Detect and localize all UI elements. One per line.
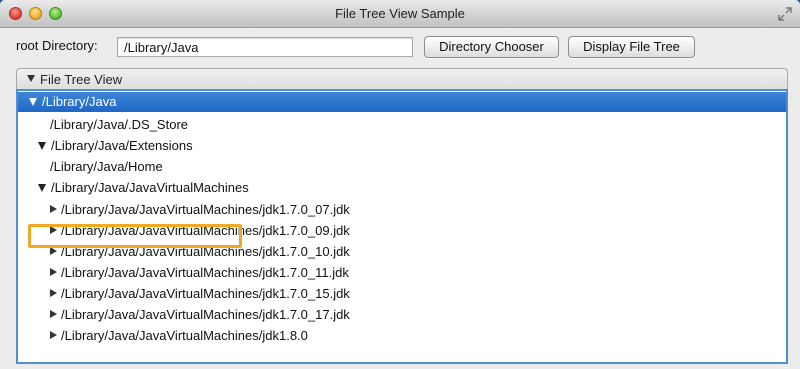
triangle-right-icon[interactable] — [50, 289, 57, 297]
triangle-right-icon[interactable] — [50, 331, 57, 339]
triangle-right-icon[interactable] — [50, 226, 57, 234]
root-directory-label: root Directory: — [16, 38, 98, 53]
root-directory-input[interactable] — [117, 37, 413, 57]
tree-row-label: /Library/Java — [42, 94, 117, 109]
tree-row[interactable]: /Library/Java/JavaVirtualMachines/jdk1.8… — [18, 326, 786, 346]
tree-row[interactable]: /Library/Java/Home — [18, 157, 786, 177]
file-tree-panel-header[interactable]: File Tree View — [16, 68, 788, 89]
tree-row[interactable]: /Library/Java/JavaVirtualMachines/jdk1.7… — [18, 284, 786, 304]
tree-row-label: /Library/Java/Extensions — [51, 138, 193, 153]
triangle-right-icon[interactable] — [50, 310, 57, 318]
triangle-down-icon[interactable] — [27, 75, 35, 82]
tree-row-label: /Library/Java/JavaVirtualMachines — [51, 180, 249, 195]
display-file-tree-button[interactable]: Display File Tree — [568, 36, 695, 58]
tree-row-label: /Library/Java/JavaVirtualMachines/jdk1.7… — [61, 307, 350, 322]
triangle-right-icon[interactable] — [50, 268, 57, 276]
tree-row[interactable]: /Library/Java/JavaVirtualMachines/jdk1.7… — [18, 242, 786, 262]
tree-row[interactable]: /Library/Java/Extensions — [18, 136, 786, 156]
tree-row-label: /Library/Java/JavaVirtualMachines/jdk1.7… — [61, 202, 350, 217]
tree-row[interactable]: /Library/Java/JavaVirtualMachines/jdk1.7… — [18, 200, 786, 220]
triangle-down-icon[interactable] — [38, 142, 46, 150]
window-title: File Tree View Sample — [335, 6, 465, 21]
file-tree[interactable]: /Library/Java /Library/Java/.DS_Store /L… — [16, 89, 788, 364]
triangle-down-icon[interactable] — [29, 98, 37, 106]
triangle-right-icon[interactable] — [50, 247, 57, 255]
tree-row[interactable]: /Library/Java/JavaVirtualMachines/jdk1.7… — [18, 221, 786, 241]
triangle-right-icon[interactable] — [50, 205, 57, 213]
app-window: File Tree View Sample root Directory: Di… — [0, 0, 800, 369]
tree-row-label: /Library/Java/Home — [50, 159, 163, 174]
tree-row[interactable]: /Library/Java — [18, 92, 786, 112]
tree-row-label: /Library/Java/JavaVirtualMachines/jdk1.7… — [61, 286, 350, 301]
tree-row[interactable]: /Library/Java/.DS_Store — [18, 115, 786, 135]
title-bar[interactable]: File Tree View Sample — [0, 0, 800, 28]
tree-row-label: /Library/Java/JavaVirtualMachines/jdk1.7… — [61, 244, 350, 259]
tree-row-label: /Library/Java/.DS_Store — [50, 117, 189, 132]
triangle-down-icon[interactable] — [38, 184, 46, 192]
tree-row-label: /Library/Java/JavaVirtualMachines/jdk1.7… — [61, 265, 349, 280]
tree-row[interactable]: /Library/Java/JavaVirtualMachines — [18, 178, 786, 198]
fullscreen-icon[interactable] — [778, 7, 792, 21]
tree-row[interactable]: /Library/Java/JavaVirtualMachines/jdk1.7… — [18, 305, 786, 325]
tree-row-label: /Library/Java/JavaVirtualMachines/jdk1.7… — [61, 223, 350, 238]
tree-row[interactable]: /Library/Java/JavaVirtualMachines/jdk1.7… — [18, 263, 786, 283]
panel-title: File Tree View — [40, 72, 123, 87]
directory-chooser-button[interactable]: Directory Chooser — [424, 36, 559, 58]
tree-row-label: /Library/Java/JavaVirtualMachines/jdk1.8… — [61, 328, 308, 343]
